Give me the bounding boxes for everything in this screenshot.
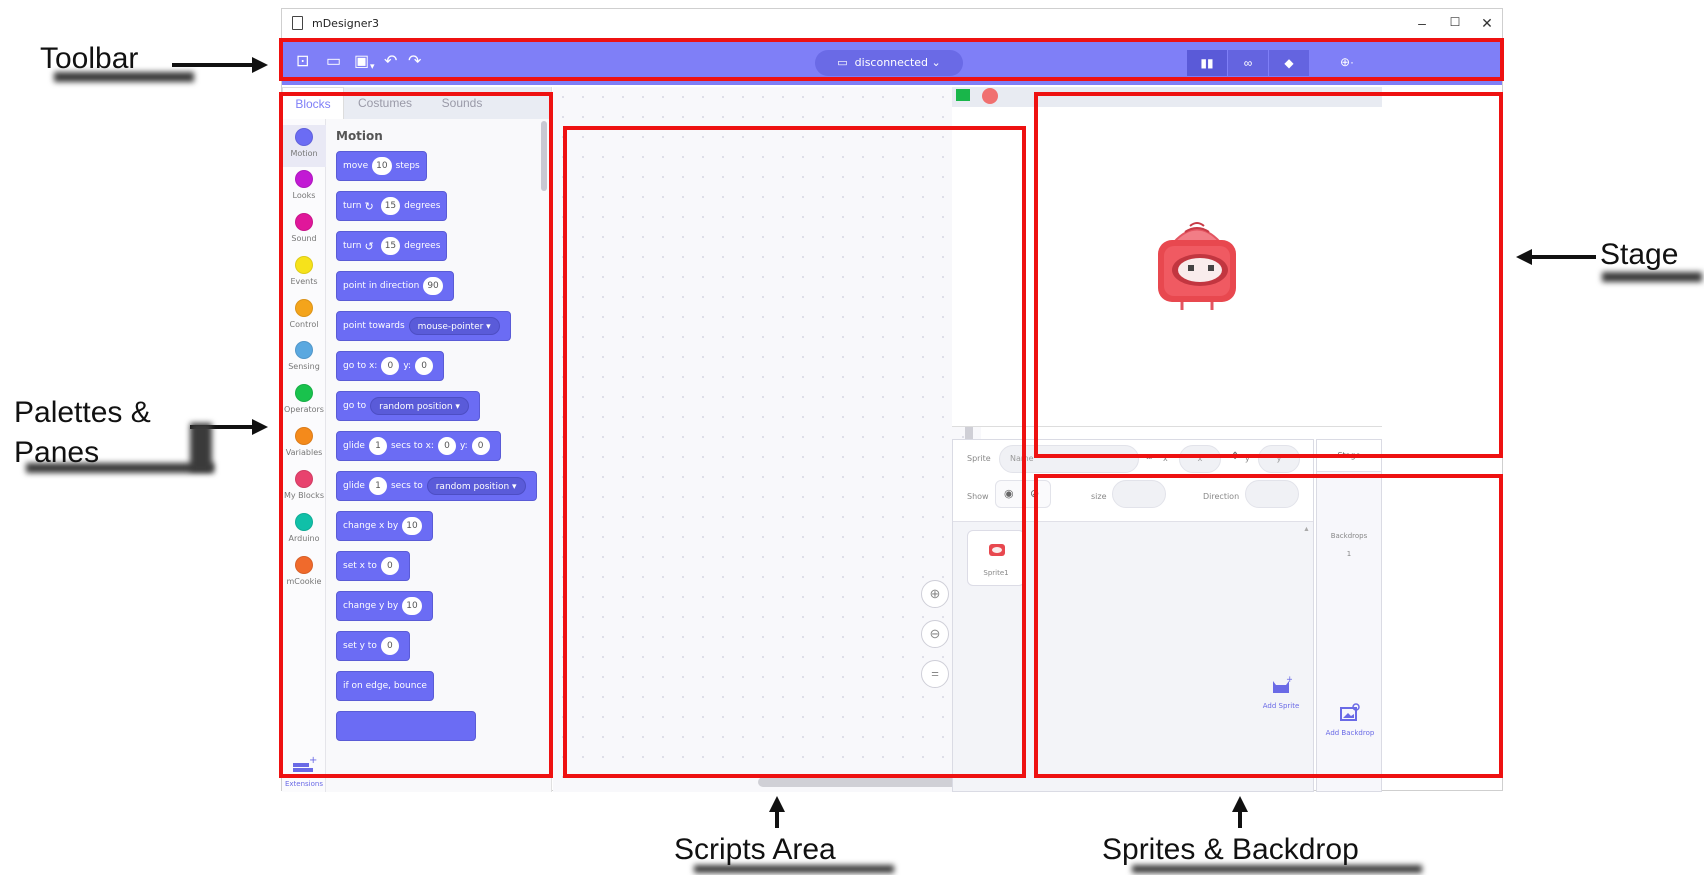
palettes-arrowhead (252, 419, 268, 435)
minimize-button[interactable]: – (1412, 15, 1432, 31)
window-title: mDesigner3 (312, 17, 379, 30)
toolbar-annotation: Toolbar (40, 42, 194, 82)
toolbar-arrowhead (252, 57, 268, 73)
scripts-highlight (563, 126, 1026, 778)
title-bar: mDesigner3 – ☐ ✕ (282, 9, 1502, 39)
close-button[interactable]: ✕ (1477, 15, 1497, 32)
toolbar-highlight (279, 38, 1504, 81)
stage-annotation: Stage (1600, 238, 1702, 282)
sprites-arrow (1238, 810, 1242, 828)
document-icon (292, 16, 303, 30)
toolbar-arrow (172, 63, 252, 67)
stage-highlight (1034, 92, 1503, 458)
scripts-annotation: Scripts Area (674, 833, 894, 873)
palettes-annotation: Palettes & Panes (14, 393, 214, 473)
sprites-highlight (1034, 474, 1503, 778)
palettes-highlight (279, 92, 553, 778)
scripts-horizontal-scrollbar[interactable] (758, 777, 958, 787)
maximize-button[interactable]: ☐ (1445, 15, 1465, 29)
stop-icon[interactable] (982, 88, 998, 104)
extensions-label: Extensions (284, 780, 323, 788)
stage-arrow (1530, 255, 1596, 259)
sprites-annotation: Sprites & Backdrop (1102, 833, 1422, 873)
scripts-arrow (775, 810, 779, 828)
green-flag-icon[interactable] (956, 89, 970, 101)
